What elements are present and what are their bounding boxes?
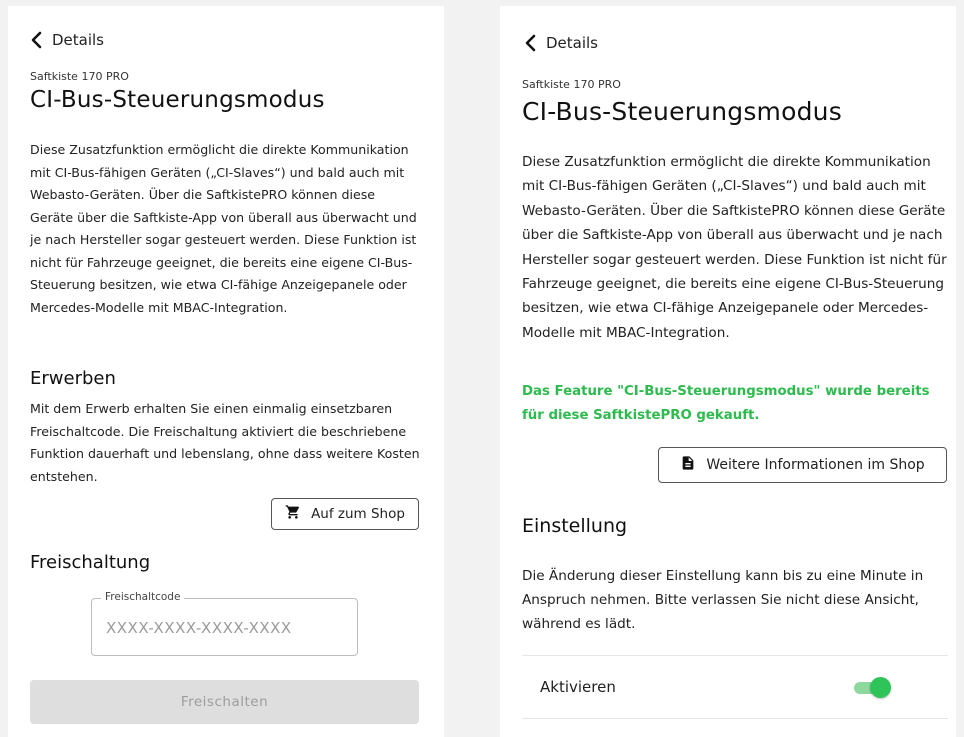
page-title: CI-Bus-Steuerungsmodus <box>522 97 842 126</box>
right-panel: Details Saftkiste 170 PRO CI-Bus-Steueru… <box>500 6 956 737</box>
device-name: Saftkiste 170 PRO <box>522 78 621 91</box>
purchase-text: Mit dem Erwerb erhalten Sie einen einmal… <box>30 401 420 484</box>
activate-toggle[interactable] <box>850 677 891 698</box>
settings-heading: Einstellung <box>522 515 628 537</box>
unlock-code-input[interactable] <box>104 599 345 657</box>
unlock-heading: Freischaltung <box>30 552 151 573</box>
page-title: CI-Bus-Steuerungsmodus <box>30 87 325 113</box>
shop-button[interactable]: Auf zum Shop <box>271 498 419 530</box>
chevron-left-icon <box>30 31 42 49</box>
document-icon <box>680 455 696 475</box>
feature-description: Diese Zusatzfunktion ermöglicht die dire… <box>522 154 947 341</box>
cart-icon <box>285 504 301 524</box>
chevron-left-icon <box>524 34 536 52</box>
purchase-heading: Erwerben <box>30 368 116 389</box>
settings-text: Die Änderung dieser Einstellung kann bis… <box>522 568 924 632</box>
left-panel: Details Saftkiste 170 PRO CI-Bus-Steueru… <box>8 6 444 737</box>
activate-label: Aktivieren <box>540 678 616 696</box>
unlock-code-field[interactable]: Freischaltcode <box>91 591 358 657</box>
activate-setting-row: Aktivieren <box>522 655 948 719</box>
toggle-thumb <box>870 677 891 698</box>
back-label: Details <box>52 31 105 49</box>
back-button[interactable]: Details <box>30 31 104 49</box>
back-label: Details <box>546 34 599 52</box>
back-button[interactable]: Details <box>524 34 598 52</box>
shop-info-label: Weitere Informationen im Shop <box>706 457 925 473</box>
shop-button-label: Auf zum Shop <box>311 506 405 522</box>
shop-info-button[interactable]: Weitere Informationen im Shop <box>658 447 947 483</box>
device-name: Saftkiste 170 PRO <box>30 70 129 83</box>
purchased-notice: Das Feature "CI-Bus-Steuerungsmodus" wur… <box>522 384 930 423</box>
unlock-button[interactable]: Freischalten <box>30 680 419 724</box>
feature-description: Diese Zusatzfunktion ermöglicht die dire… <box>30 142 417 315</box>
